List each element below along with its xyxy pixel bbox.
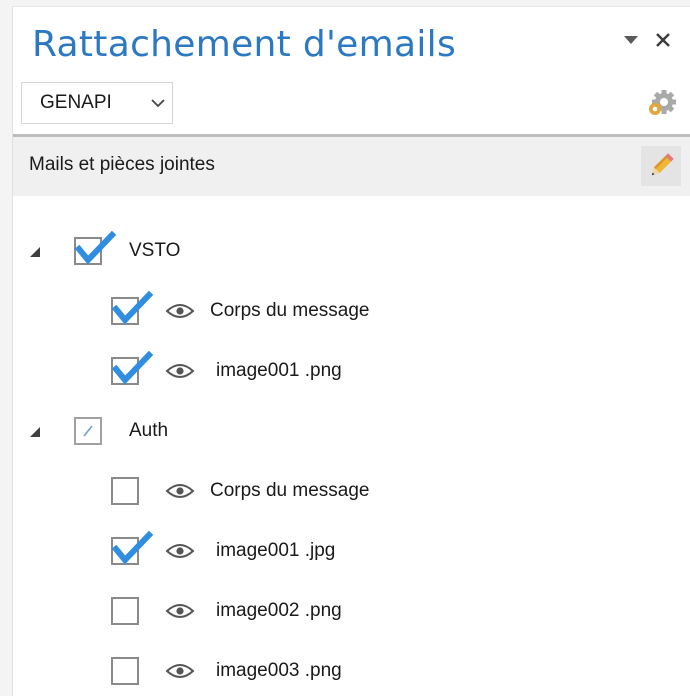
eye-icon[interactable] <box>165 483 195 499</box>
expander-icon[interactable] <box>29 425 41 437</box>
item-label: image001 .png <box>216 360 342 381</box>
group-checkbox[interactable] <box>74 230 117 265</box>
settings-button[interactable] <box>647 87 677 117</box>
pencil-icon <box>651 153 674 176</box>
gear-icon <box>649 90 676 115</box>
pane-title: Rattachement d'emails <box>32 24 457 65</box>
edit-button[interactable] <box>641 146 681 186</box>
item-checkbox[interactable] <box>111 657 139 685</box>
eye-icon[interactable] <box>165 543 195 559</box>
item-checkbox[interactable] <box>111 290 154 325</box>
account-select-value: GENAPI <box>40 92 112 113</box>
close-icon <box>656 33 670 47</box>
eye-icon[interactable] <box>165 363 195 379</box>
group-label: VSTO <box>129 240 181 261</box>
item-checkbox[interactable] <box>111 350 154 385</box>
checkmark-icon <box>111 530 154 565</box>
eye-icon[interactable] <box>165 303 195 319</box>
item-label: Corps du message <box>210 300 370 321</box>
checkmark-icon <box>74 230 117 265</box>
eye-icon[interactable] <box>165 603 195 619</box>
checkmark-icon <box>111 350 154 385</box>
checkmark-icon <box>111 290 154 325</box>
attachment-pane: Rattachement d'emails GENAPI Mails et pi… <box>12 6 690 696</box>
section-label: Mails et pièces jointes <box>29 154 215 175</box>
close-button[interactable] <box>652 29 674 51</box>
item-label: image003 .png <box>216 660 342 681</box>
item-checkbox[interactable] <box>111 597 139 625</box>
eye-icon[interactable] <box>165 663 195 679</box>
group-checkbox[interactable] <box>74 417 102 445</box>
chevron-down-icon <box>151 99 165 108</box>
item-checkbox[interactable] <box>111 477 139 505</box>
account-select[interactable]: GENAPI <box>21 82 173 124</box>
item-checkbox[interactable] <box>111 530 154 565</box>
section-header: Mails et pièces jointes <box>13 134 690 196</box>
item-label: image002 .png <box>216 600 342 621</box>
group-label: Auth <box>129 420 169 441</box>
pane-menu-button[interactable] <box>620 29 642 51</box>
item-label: image001 .jpg <box>216 540 336 561</box>
dropdown-arrow-icon <box>624 36 638 44</box>
item-label: Corps du message <box>210 480 370 501</box>
partial-check-icon <box>83 425 93 437</box>
expander-icon[interactable] <box>29 245 41 257</box>
